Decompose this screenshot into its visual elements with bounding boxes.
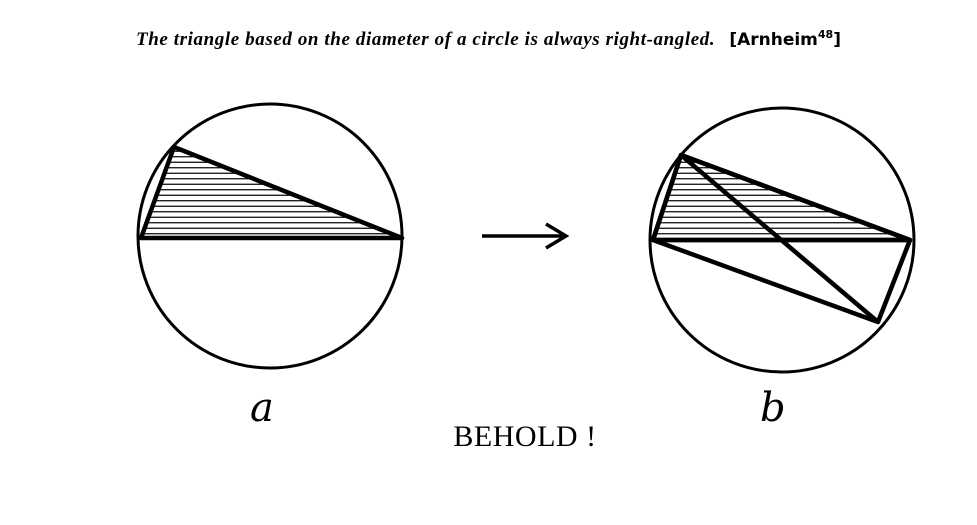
behold-footer: BEHOLD ! xyxy=(453,420,597,453)
figure-a xyxy=(136,102,405,370)
figure-b xyxy=(648,106,916,374)
figure-a-triangle xyxy=(138,144,405,241)
arrow-right-icon xyxy=(482,222,570,250)
